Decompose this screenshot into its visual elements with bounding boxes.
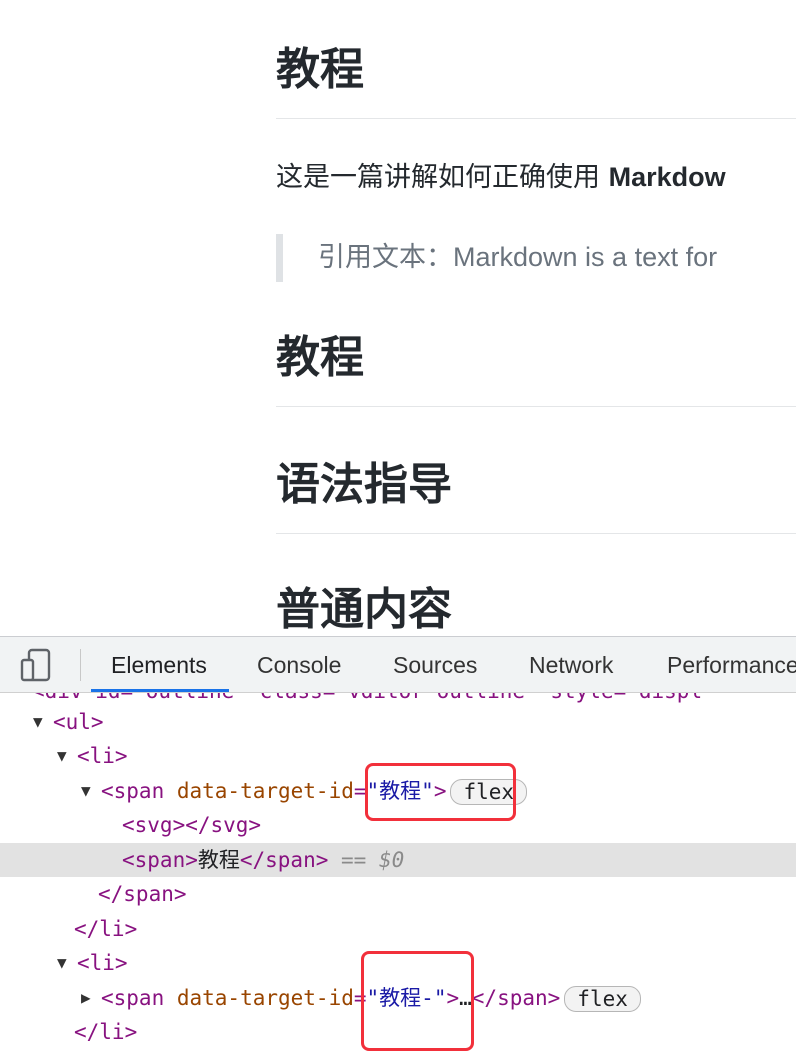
dom-tag: <li> xyxy=(77,951,128,975)
device-toolbar-icon[interactable] xyxy=(16,647,56,683)
tab-network[interactable]: Network xyxy=(529,637,613,692)
intro-bold: Markdow xyxy=(608,162,726,192)
dom-node-ul[interactable]: ▼ <ul> xyxy=(0,705,796,739)
dom-tree: <div id="outline" class="vditor-outline"… xyxy=(0,693,796,1051)
selected-marker: == xyxy=(341,848,367,872)
tab-console[interactable]: Console xyxy=(257,637,341,692)
dom-text-node: 教程 xyxy=(197,848,240,872)
dom-node-li[interactable]: ▼ <li> xyxy=(0,739,796,773)
dom-node-span-target[interactable]: ▼ <span data-target-id="教程"> flex xyxy=(0,774,796,808)
collapse-triangle-icon[interactable]: ▶ xyxy=(81,981,91,1015)
blockquote-bar xyxy=(276,234,283,282)
dollar-zero: $0 xyxy=(378,848,405,872)
dom-tag: </li> xyxy=(74,917,138,941)
flex-badge[interactable]: flex xyxy=(564,986,641,1012)
tab-sources[interactable]: Sources xyxy=(393,637,477,692)
flex-badge[interactable]: flex xyxy=(450,779,528,805)
dom-node-li-close[interactable]: </li> xyxy=(0,1015,796,1049)
dom-tag: <ul> xyxy=(53,710,104,734)
dom-tag: <li> xyxy=(77,744,128,768)
heading-divider xyxy=(276,406,796,407)
dom-tag: </span> xyxy=(471,986,561,1010)
expand-triangle-icon[interactable]: ▼ xyxy=(33,705,43,739)
dom-tag: </span> xyxy=(239,848,329,872)
dom-tag: <span xyxy=(101,779,177,803)
heading-3: 语法指导 xyxy=(276,459,452,510)
dom-attr-value[interactable]: "教程-" xyxy=(367,986,447,1010)
dom-attr-value[interactable]: "教程" xyxy=(367,779,434,803)
dom-tag-close: > xyxy=(446,986,460,1010)
devtools-tabbar: Elements Console Sources Network Perform… xyxy=(0,637,796,693)
intro-text: 这是一篇讲解如何正确使用 xyxy=(276,162,609,193)
dom-tag: <span xyxy=(101,986,177,1010)
blockquote-text: Markdown is a text for xyxy=(453,242,718,272)
dom-node-li-close[interactable]: </li> xyxy=(0,912,796,946)
tab-performance[interactable]: Performance xyxy=(667,637,796,692)
dom-tag-close: > xyxy=(433,779,447,803)
expand-triangle-icon[interactable]: ▼ xyxy=(81,774,91,808)
dom-attr-name: data-target-id xyxy=(176,779,354,803)
dom-tag: </span> xyxy=(98,882,187,906)
heading-divider xyxy=(276,533,796,534)
heading-2: 教程 xyxy=(276,332,364,383)
heading-4: 普通内容 xyxy=(276,584,452,635)
expand-triangle-icon[interactable]: ▼ xyxy=(57,739,67,773)
dom-node-span-close[interactable]: </span> xyxy=(0,877,796,911)
collapsed-ellipsis[interactable]: … xyxy=(459,986,472,1010)
dom-attr-eq: = xyxy=(353,779,367,803)
rendered-page: 教程 这是一篇讲解如何正确使用 Markdow 引用文本：Markdown is… xyxy=(0,0,796,636)
dom-attr-name: data-target-id xyxy=(176,986,354,1010)
dom-tag: </li> xyxy=(74,1020,138,1044)
dom-attr-eq: = xyxy=(353,986,367,1010)
dom-tag: <span> xyxy=(122,848,198,872)
intro-paragraph: 这是一篇讲解如何正确使用 Markdow xyxy=(276,157,726,198)
tab-elements[interactable]: Elements xyxy=(91,637,229,692)
dom-tag: <svg></svg> xyxy=(122,813,262,837)
blockquote: 引用文本：Markdown is a text for xyxy=(318,237,717,278)
heading-divider xyxy=(276,118,796,119)
dom-node-span-target-collapsed[interactable]: ▶ <span data-target-id="教程-">…</span> fle… xyxy=(0,981,796,1015)
heading-1: 教程 xyxy=(276,44,364,95)
blockquote-label: 引用文本： xyxy=(318,242,453,273)
dom-node-span-selected[interactable]: <span>教程</span> == $0 xyxy=(0,843,796,877)
dom-node-li[interactable]: ▼ <li> xyxy=(0,946,796,980)
dom-tag: <div id="outline" class="vditor-outline"… xyxy=(32,693,702,703)
tab-separator xyxy=(80,649,81,681)
dom-node-svg[interactable]: <svg></svg> xyxy=(0,808,796,842)
devtools-panel: Elements Console Sources Network Perform… xyxy=(0,636,796,1051)
expand-triangle-icon[interactable]: ▼ xyxy=(57,946,67,980)
